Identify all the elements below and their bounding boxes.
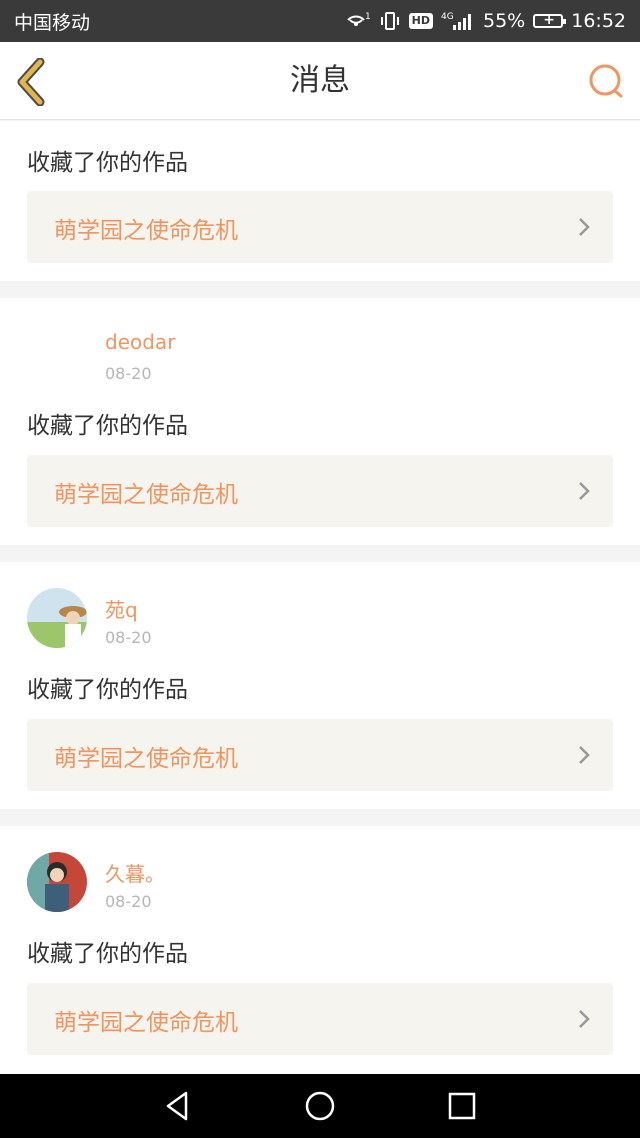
username[interactable]: 久暮。 (105, 858, 165, 887)
message-date: 08-20 (105, 892, 152, 911)
hd-badge: HD (408, 13, 433, 29)
user-row: deodar 08-20 (0, 324, 640, 404)
network-type: 4G (441, 12, 454, 22)
triangle-back-icon (166, 1091, 188, 1121)
nav-recents-button[interactable] (444, 1088, 480, 1124)
work-title: 萌学园之使命危机 (54, 1010, 238, 1036)
message-card: 收藏了你的作品 萌学园之使命危机 (0, 121, 640, 281)
signal-icon: 4G (441, 10, 475, 32)
user-row: 久暮。 08-20 (0, 852, 640, 932)
nav-back-button[interactable] (160, 1088, 196, 1124)
message-card: 久暮。 08-20 收藏了你的作品 萌学园之使命危机 (0, 826, 640, 1074)
chevron-right-icon (579, 218, 590, 236)
battery-icon: + (533, 12, 567, 28)
chevron-right-icon (579, 1010, 590, 1028)
square-recents-icon (448, 1092, 476, 1120)
work-title: 萌学园之使命危机 (54, 746, 238, 772)
message-card: deodar 08-20 收藏了你的作品 萌学园之使命危机 (0, 298, 640, 545)
status-bar: 中国移动 1 HD 4G 55% + 16:52 (0, 0, 640, 42)
username[interactable]: 苑q (105, 594, 138, 623)
avatar-image (27, 852, 87, 912)
vibrate-icon (379, 10, 401, 32)
work-title: 萌学园之使命危机 (54, 482, 238, 508)
search-button[interactable] (586, 62, 626, 102)
chevron-right-icon (579, 482, 590, 500)
carrier-name: 中国移动 (14, 11, 91, 34)
message-card: 苑q 08-20 收藏了你的作品 萌学园之使命危机 (0, 562, 640, 809)
system-nav-bar (0, 1074, 640, 1138)
circle-home-icon (305, 1091, 335, 1121)
avatar-image (27, 588, 87, 648)
chevron-right-icon (579, 746, 590, 764)
message-date: 08-20 (105, 628, 152, 647)
svg-text:1: 1 (365, 12, 371, 22)
work-link[interactable]: 萌学园之使命危机 (27, 719, 613, 791)
message-action: 收藏了你的作品 (27, 677, 188, 703)
search-icon (589, 64, 623, 98)
hotspot-icon: 1 (345, 10, 371, 32)
message-action: 收藏了你的作品 (27, 413, 188, 439)
nav-home-button[interactable] (302, 1088, 338, 1124)
page-title: 消息 (290, 63, 350, 98)
work-link[interactable]: 萌学园之使命危机 (27, 191, 613, 263)
avatar[interactable] (27, 852, 87, 912)
message-action: 收藏了你的作品 (27, 941, 188, 967)
status-icons: 1 HD 4G 55% + 16:52 (345, 10, 626, 32)
work-link[interactable]: 萌学园之使命危机 (27, 455, 613, 527)
clock: 16:52 (571, 10, 626, 32)
avatar[interactable] (27, 588, 87, 648)
user-row: 苑q 08-20 (0, 588, 640, 668)
battery-percent: 55% (483, 10, 526, 32)
work-link[interactable]: 萌学园之使命危机 (27, 983, 613, 1055)
work-title: 萌学园之使命危机 (54, 218, 238, 244)
message-date: 08-20 (105, 364, 152, 383)
app-header: 消息 (0, 42, 640, 120)
message-action: 收藏了你的作品 (27, 150, 188, 176)
username[interactable]: deodar (105, 330, 175, 354)
